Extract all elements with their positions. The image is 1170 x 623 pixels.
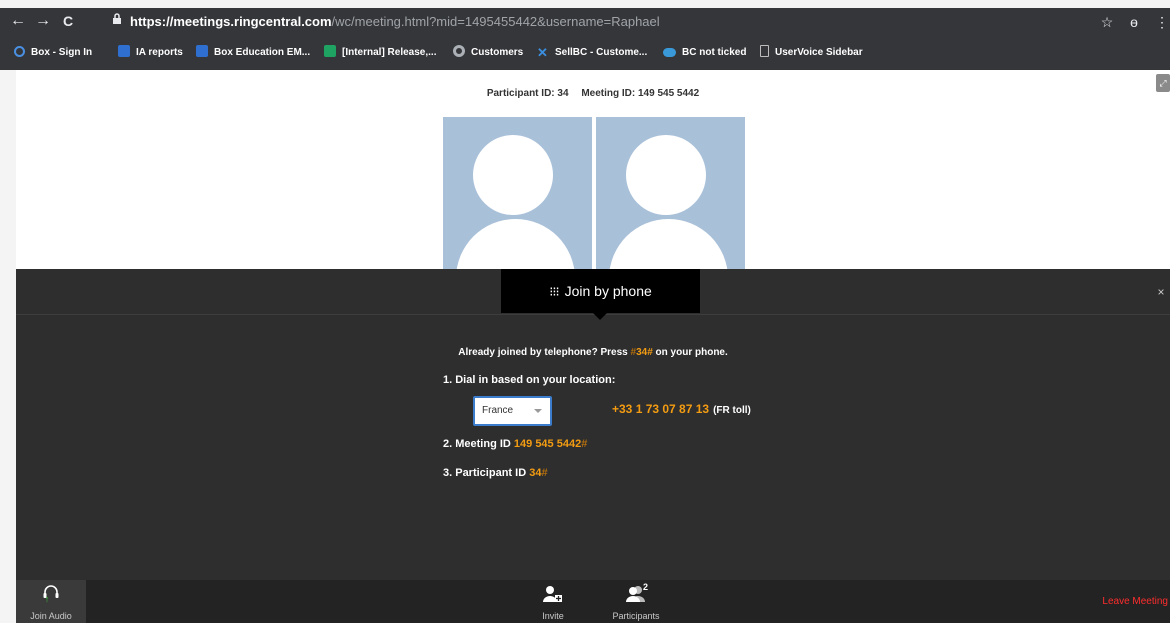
meeting-controls: ↑ Join Audio Invite 2 Participants Leave… [16, 580, 1170, 623]
box-icon [118, 45, 130, 57]
x-icon: ✕ [537, 45, 548, 60]
invite-button[interactable]: Invite [518, 580, 588, 623]
url-path: /wc/meeting.html?mid=1495455442&username… [331, 14, 660, 29]
phone-number: +33 1 73 07 87 13 [612, 402, 710, 416]
close-icon[interactable]: × [1154, 285, 1168, 299]
participants-label: Participants [612, 611, 660, 621]
lock-icon [110, 11, 124, 33]
bookmark-label: Customers [471, 47, 524, 58]
tab-join-by-phone[interactable]: ⁝⁝⁝ Join by phone [501, 269, 700, 313]
participant-avatar [443, 117, 592, 270]
bookmarks-bar: Box - Sign In IA reports Box Education E… [0, 36, 1170, 70]
bookmark-label: IA reports [136, 47, 183, 58]
tab-label: Join by phone [564, 283, 652, 299]
extension-icon[interactable]: ɵ [1124, 11, 1144, 33]
bookmark-sellbc[interactable]: ✕ SellBC - Custome... [537, 44, 647, 62]
bookmark-box-sign-in[interactable]: Box - Sign In [14, 44, 92, 62]
bookmark-star-icon[interactable]: ☆ [1097, 11, 1117, 33]
tab-caret [593, 313, 607, 320]
country-value: France [482, 405, 514, 416]
avatar-head [473, 135, 553, 215]
participant-id-label: 3. Participant ID [443, 467, 527, 479]
participant-avatar [596, 117, 745, 270]
meeting-id-label: 2. Meeting ID [443, 438, 511, 450]
join-by-phone-panel: ⁝⁝⁝ Join by phone × Already joined by tel… [16, 269, 1170, 580]
cloud-icon [663, 48, 676, 57]
menu-icon[interactable]: ⋮ [1152, 11, 1170, 33]
participant-id-hash: # [541, 467, 548, 479]
bookmark-label: BC not ticked [682, 47, 747, 58]
participant-id-value: 34 [529, 467, 542, 479]
page-icon [760, 45, 769, 57]
meeting-area: Participant ID: 34 Meeting ID: 149 545 5… [16, 70, 1170, 623]
reload-icon[interactable]: C [58, 11, 78, 31]
address-bar[interactable]: https://meetings.ringcentral.com/wc/meet… [110, 11, 1110, 33]
forward-icon[interactable]: → [33, 11, 53, 31]
invite-label: Invite [542, 611, 564, 621]
bookmark-label: UserVoice Sidebar [775, 47, 863, 58]
country-select[interactable]: France [473, 396, 552, 426]
dial-number: +33 1 73 07 87 13 (FR toll) [612, 402, 751, 416]
participants-button[interactable]: 2 Participants [601, 580, 671, 623]
circle-icon [14, 46, 25, 57]
avatar-head [626, 135, 706, 215]
arrow-up-icon: ↑ [44, 594, 50, 604]
url-text: https://meetings.ringcentral.com/wc/meet… [130, 11, 660, 33]
browser-toolbar: ← → C https://meetings.ringcentral.com/w… [0, 8, 1170, 36]
bookmark-label: Box Education EM... [214, 47, 311, 58]
already-suffix: on your phone. [652, 347, 728, 358]
bookmark-internal-release[interactable]: [Internal] Release,... [324, 44, 436, 62]
participants-icon [601, 585, 671, 606]
leave-meeting-button[interactable]: Leave Meeting [1086, 596, 1168, 607]
bookmark-uservoice[interactable]: UserVoice Sidebar [760, 44, 863, 62]
meeting-info: Participant ID: 34 Meeting ID: 149 545 5… [16, 88, 1170, 99]
bookmark-label: Box - Sign In [31, 47, 93, 58]
box-icon [196, 45, 208, 57]
avatar-body [456, 219, 575, 270]
join-audio-label: Join Audio [30, 611, 72, 621]
fullscreen-icon[interactable]: ⤢ [1156, 74, 1170, 92]
bookmark-customers[interactable]: Customers [453, 44, 523, 62]
toll-note: (FR toll) [713, 405, 751, 416]
participants-count-badge: 2 [643, 582, 649, 592]
window-edge [0, 70, 16, 623]
avatar-body [609, 219, 728, 270]
bookmark-bc-not-ticked[interactable]: BC not ticked [663, 44, 746, 62]
add-user-icon [518, 585, 588, 606]
meeting-id-hash: # [581, 438, 588, 450]
participant-code: 34 [636, 347, 648, 358]
bookmark-label: [Internal] Release,... [342, 47, 437, 58]
ring-icon [453, 45, 465, 57]
url-domain: https://meetings.ringcentral.com [130, 14, 332, 29]
step-dial-in: 1. Dial in based on your location: [443, 374, 616, 386]
bookmark-ia-reports[interactable]: IA reports [118, 44, 183, 62]
meeting-id-label: Meeting ID: 149 545 5442 [581, 88, 700, 99]
back-icon[interactable]: ← [8, 11, 28, 31]
step-participant-id: 3. Participant ID 34# [443, 467, 548, 479]
join-audio-button[interactable]: ↑ Join Audio [16, 580, 86, 623]
bookmark-box-education[interactable]: Box Education EM... [196, 44, 310, 62]
meeting-id-value: 149 545 5442 [513, 438, 582, 450]
step-meeting-id: 2. Meeting ID 149 545 5442# [443, 438, 587, 450]
sheets-icon [324, 45, 336, 57]
bookmark-label: SellBC - Custome... [555, 47, 648, 58]
already-prefix: Already joined by telephone? Press [458, 347, 631, 358]
chevron-down-icon [534, 409, 542, 413]
already-joined-text: Already joined by telephone? Press #34# … [16, 347, 1170, 358]
dialpad-icon: ⁝⁝⁝ [549, 284, 559, 299]
participant-id-label: Participant ID: 34 [486, 88, 569, 99]
